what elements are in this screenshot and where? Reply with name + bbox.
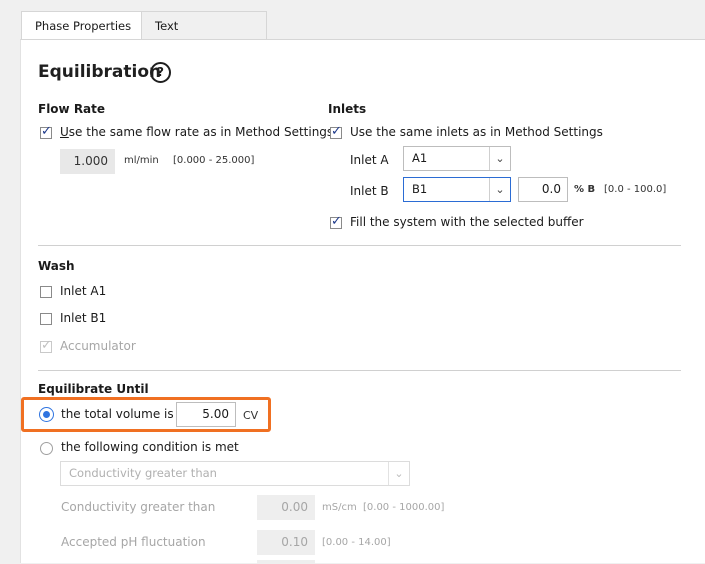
- inlet-b-select[interactable]: B1 ⌄: [403, 177, 511, 202]
- inlet-a-label: Inlet A: [350, 153, 389, 167]
- help-icon[interactable]: ?: [150, 62, 171, 83]
- wash-heading: Wash: [38, 259, 75, 273]
- tab-text-instructions[interactable]: Text Instructions│T: [142, 11, 267, 61]
- flow-rate-same-label: Use the same flow rate as in Method Sett…: [60, 125, 334, 139]
- equilibrate-until-heading: Equilibrate Until: [38, 382, 149, 396]
- section-divider: [38, 370, 681, 371]
- flow-rate-heading: Flow Rate: [38, 102, 106, 116]
- page-title: Equilibration: [38, 62, 162, 82]
- ph-fluctuation-input: 0.10: [257, 530, 315, 555]
- wash-accumulator-label: Accumulator: [60, 339, 136, 353]
- condition-label: the following condition is met: [61, 440, 239, 454]
- wash-inlet-a1-label: Inlet A1: [60, 284, 107, 298]
- percent-b-input[interactable]: 0.0: [518, 177, 568, 202]
- chevron-down-icon: ⌄: [489, 178, 510, 201]
- conductivity-range: [0.00 - 1000.00]: [363, 502, 445, 513]
- fill-system-label: Fill the system with the selected buffer: [350, 215, 584, 229]
- total-volume-input[interactable]: 5.00: [176, 402, 236, 427]
- flow-rate-value: 1.000: [60, 149, 115, 174]
- total-volume-label: the total volume is: [61, 407, 174, 421]
- wash-inlet-b1-label: Inlet B1: [60, 311, 107, 325]
- inlet-b-label: Inlet B: [350, 184, 389, 198]
- conductivity-label: Conductivity greater than: [61, 500, 216, 514]
- percent-b-unit: % B: [574, 184, 596, 195]
- flow-rate-same-checkbox[interactable]: [40, 124, 52, 139]
- tab-phase-properties-label: Phase Properties: [35, 19, 132, 33]
- condition-select: Conductivity greater than ⌄: [60, 461, 410, 486]
- percent-b-range: [0.0 - 100.0]: [604, 184, 667, 195]
- chevron-down-icon: ⌄: [388, 462, 409, 485]
- inlets-same-checkbox[interactable]: [330, 124, 342, 139]
- inlets-same-label: Use the same inlets as in Method Setting…: [350, 125, 603, 139]
- flow-rate-unit: ml/min: [124, 155, 159, 166]
- truncated-input: [257, 560, 315, 564]
- wash-inlet-a1-checkbox[interactable]: [40, 286, 52, 298]
- inlet-a-select[interactable]: A1 ⌄: [403, 146, 511, 171]
- wash-accumulator-checkbox: [40, 338, 52, 353]
- conductivity-input: 0.00: [257, 495, 315, 520]
- inlet-a-value: A1: [412, 151, 428, 165]
- condition-radio[interactable]: [40, 442, 53, 455]
- conductivity-unit: mS/cm: [322, 502, 357, 513]
- total-volume-radio[interactable]: [40, 408, 53, 421]
- wash-inlet-b1-checkbox[interactable]: [40, 313, 52, 325]
- tab-phase-properties[interactable]: Phase Properties: [21, 11, 142, 39]
- inlet-b-value: B1: [412, 182, 428, 196]
- ph-fluctuation-label: Accepted pH fluctuation: [61, 535, 206, 549]
- flow-rate-same-text: se the same flow rate as in Method Setti…: [68, 125, 334, 139]
- section-divider: [38, 245, 681, 246]
- inlets-heading: Inlets: [328, 102, 367, 116]
- flow-rate-range: [0.000 - 25.000]: [173, 155, 255, 166]
- chevron-down-icon: ⌄: [489, 147, 510, 170]
- fill-system-checkbox[interactable]: [330, 214, 342, 229]
- condition-select-value: Conductivity greater than: [69, 466, 217, 480]
- total-volume-unit: CV: [243, 409, 259, 422]
- ph-fluctuation-range: [0.00 - 14.00]: [322, 537, 391, 548]
